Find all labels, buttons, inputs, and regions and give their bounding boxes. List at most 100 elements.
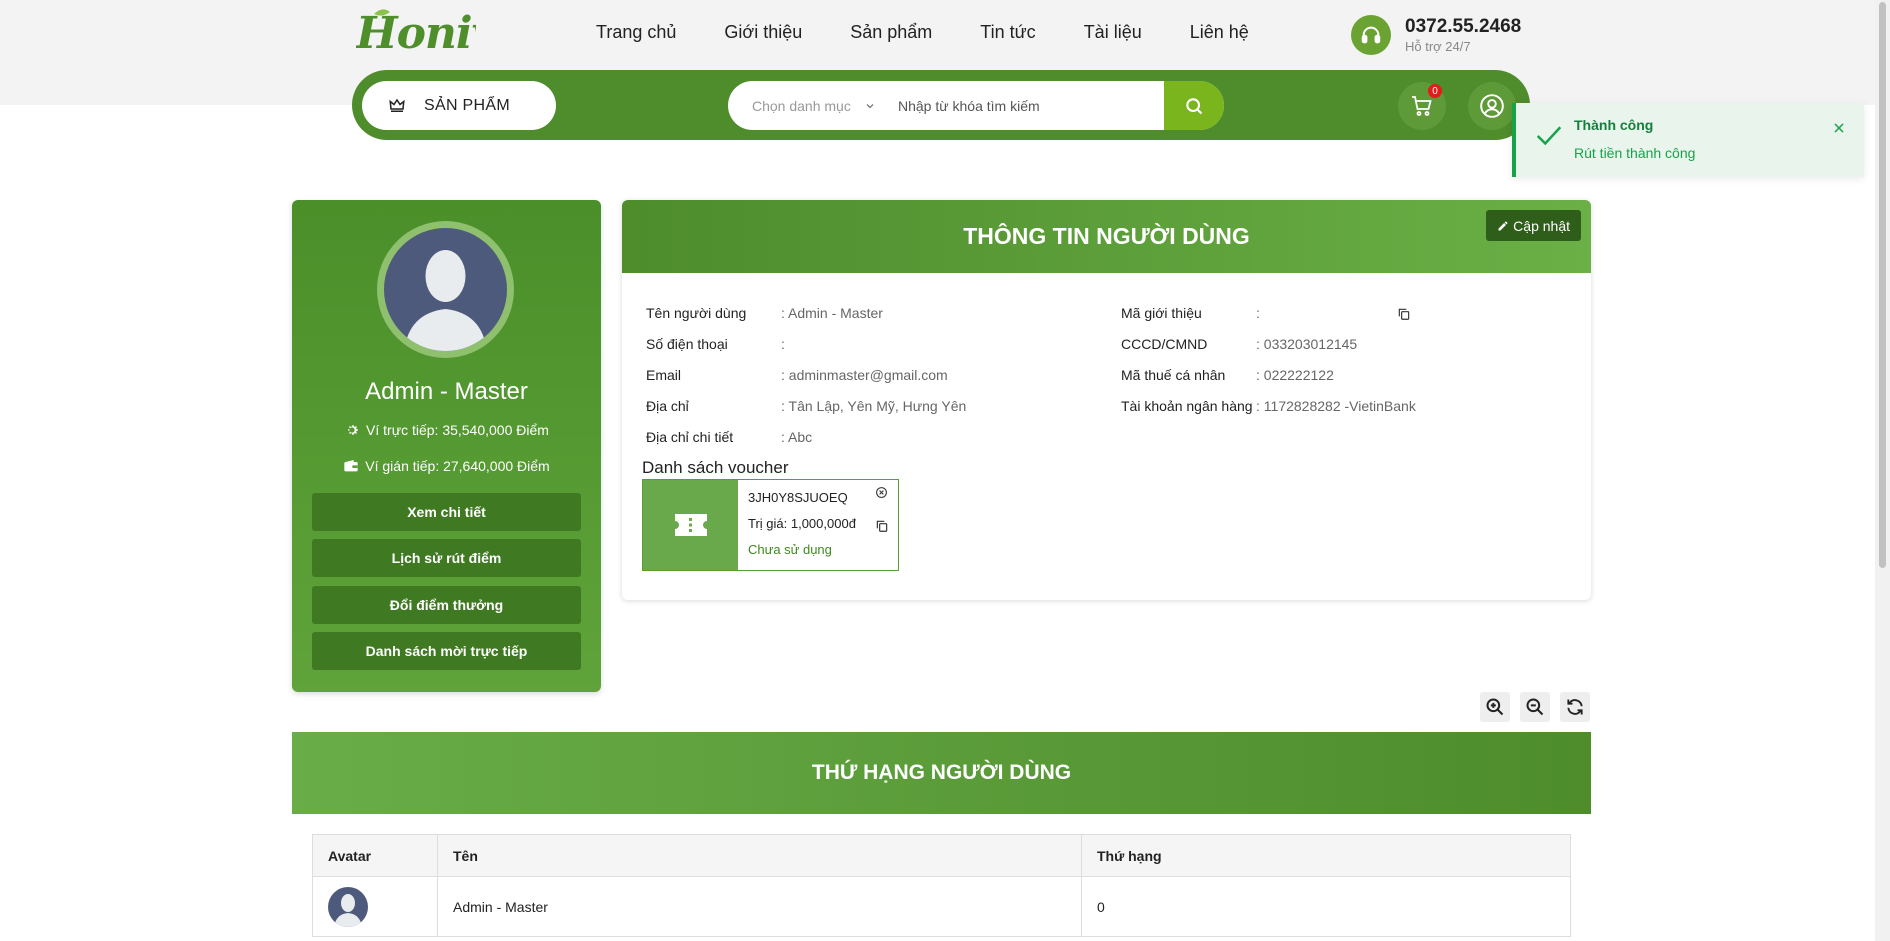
column-header[interactable]: Avatar xyxy=(312,834,438,877)
voucher-value: Trị giá: 1,000,000đ xyxy=(748,516,856,531)
direct-wallet-text: Ví trực tiếp: 35,540,000 Điểm xyxy=(366,422,549,438)
remove-voucher-icon[interactable] xyxy=(875,486,888,499)
ranking-title: THỨ HẠNG NGƯỜI DÙNG xyxy=(811,761,1072,784)
info-value: : xyxy=(781,336,785,352)
nav-about[interactable]: Giới thiệu xyxy=(724,22,802,43)
withdraw-history-button[interactable]: Lịch sử rút điểm xyxy=(312,539,581,577)
user-silhouette-icon xyxy=(334,893,362,927)
chevron-down-icon xyxy=(866,103,874,108)
view-detail-button[interactable]: Xem chi tiết xyxy=(312,493,581,531)
search-bar: SẢN PHẨM Chọn danh mục 0 xyxy=(352,70,1530,140)
info-value: : 1172828282 -VietinBank xyxy=(1256,398,1416,414)
profile-card: Admin - Master Ví trực tiếp: 35,540,000 … xyxy=(292,200,601,692)
update-button[interactable]: Cập nhật xyxy=(1486,210,1581,241)
rank-cell: 0 xyxy=(1081,876,1571,937)
support-phone: 0372.55.2468 xyxy=(1405,16,1522,37)
scrollbar-thumb[interactable] xyxy=(1879,2,1886,568)
copy-voucher-icon[interactable] xyxy=(875,519,889,533)
close-icon[interactable] xyxy=(1832,121,1846,135)
account-button[interactable] xyxy=(1468,82,1516,130)
support-block[interactable]: 0372.55.2468 Hỗ trợ 24/7 xyxy=(1351,15,1521,55)
indirect-wallet: Ví gián tiếp: 27,640,000 Điểm xyxy=(292,458,601,474)
ranking-header: THỨ HẠNG NGƯỜI DÙNG xyxy=(292,732,1591,814)
products-menu-label: SẢN PHẨM xyxy=(424,96,510,114)
refresh-button[interactable] xyxy=(1560,692,1590,722)
info-label: Email xyxy=(646,367,682,383)
table-row[interactable]: Admin - Master 0 xyxy=(312,876,1571,937)
ranking-table: Avatar Tên Thứ hạng Admin - Master 0 xyxy=(312,834,1571,937)
column-header[interactable]: Tên xyxy=(437,834,1082,877)
cart-button[interactable]: 0 xyxy=(1398,82,1446,130)
info-label: Tài khoản ngân hàng xyxy=(1121,398,1253,414)
nav-products[interactable]: Sản phẩm xyxy=(850,22,932,43)
avatar-cell xyxy=(312,876,438,937)
name-cell: Admin - Master xyxy=(437,876,1082,937)
direct-invite-list-button[interactable]: Danh sách mời trực tiếp xyxy=(312,632,581,670)
nav-news[interactable]: Tin tức xyxy=(980,22,1035,43)
indirect-wallet-text: Ví gián tiếp: 27,640,000 Điểm xyxy=(365,458,550,474)
gear-icon xyxy=(348,425,359,435)
toast-message: Rút tiền thành công xyxy=(1574,145,1696,161)
search-box: Chọn danh mục xyxy=(728,81,1224,130)
headset-icon xyxy=(1351,15,1391,55)
info-value: : Admin - Master xyxy=(781,305,883,321)
info-label: Mã giới thiệu xyxy=(1121,305,1202,321)
crown-icon xyxy=(389,98,405,112)
category-select[interactable]: Chọn danh mục xyxy=(728,98,888,114)
user-info-card: THÔNG TIN NGƯỜI DÙNG Cập nhật Tên người … xyxy=(622,200,1591,600)
info-value: : adminmaster@gmail.com xyxy=(781,367,948,383)
ticket-icon xyxy=(643,480,738,570)
user-info-header: THÔNG TIN NGƯỜI DÙNG xyxy=(622,200,1591,273)
zoom-in-icon xyxy=(1486,698,1504,716)
cart-count-badge: 0 xyxy=(1428,84,1442,98)
page-scrollbar[interactable] xyxy=(1875,0,1890,941)
products-menu-button[interactable]: SẢN PHẨM xyxy=(362,81,556,130)
info-value: : xyxy=(1256,305,1260,321)
redeem-points-button[interactable]: Đổi điểm thưởng xyxy=(312,586,581,624)
user-circle-icon xyxy=(1480,94,1504,118)
zoom-out-button[interactable] xyxy=(1520,692,1550,722)
refresh-icon xyxy=(1567,699,1583,715)
info-label: Tên người dùng xyxy=(646,305,747,321)
copy-icon[interactable] xyxy=(1397,307,1411,321)
user-silhouette-icon xyxy=(404,250,487,351)
voucher-card: 3JH0Y8SJUOEQ Trị giá: 1,000,000đ Chưa sử… xyxy=(642,479,899,571)
profile-name: Admin - Master xyxy=(365,378,528,405)
cart-icon xyxy=(1412,96,1432,116)
voucher-list-title: Danh sách voucher xyxy=(642,458,789,477)
column-header[interactable]: Thứ hạng xyxy=(1081,834,1571,877)
info-label: CCCD/CMND xyxy=(1121,336,1208,352)
table-header-row: Avatar Tên Thứ hạng xyxy=(312,834,1571,877)
brand-logo[interactable]: Honivy xyxy=(354,8,526,69)
info-label: Mã thuế cá nhân xyxy=(1121,367,1226,383)
zoom-out-icon xyxy=(1526,698,1544,716)
svg-text:Honivy: Honivy xyxy=(356,8,476,58)
nav-contact[interactable]: Liên hệ xyxy=(1190,22,1249,43)
avatar xyxy=(377,221,514,358)
search-icon xyxy=(1186,97,1203,114)
success-toast: Thành công Rút tiền thành công xyxy=(1512,103,1864,177)
user-info-title: THÔNG TIN NGƯỜI DÙNG xyxy=(963,223,1250,249)
voucher-status: Chưa sử dụng xyxy=(748,542,832,557)
check-icon xyxy=(1536,126,1562,146)
info-value: : 022222122 xyxy=(1256,367,1334,383)
nav-home[interactable]: Trang chủ xyxy=(596,22,676,43)
search-input[interactable] xyxy=(898,97,1168,114)
nav-documents[interactable]: Tài liệu xyxy=(1084,22,1142,43)
info-value: : Abc xyxy=(781,429,813,445)
main-nav: Trang chủ Giới thiệu Sản phẩm Tin tức Tà… xyxy=(596,22,1297,43)
wallet-icon xyxy=(344,460,358,472)
search-button[interactable] xyxy=(1164,81,1224,130)
info-value: : 033203012145 xyxy=(1256,336,1358,352)
pencil-icon xyxy=(1498,221,1508,230)
voucher-code: 3JH0Y8SJUOEQ xyxy=(748,490,848,505)
update-label: Cập nhật xyxy=(1513,217,1570,234)
honivy-logo: Honivy xyxy=(354,8,526,59)
category-placeholder: Chọn danh mục xyxy=(752,97,851,114)
zoom-in-button[interactable] xyxy=(1480,692,1510,722)
direct-wallet: Ví trực tiếp: 35,540,000 Điểm xyxy=(292,422,601,438)
support-note: Hỗ trợ 24/7 xyxy=(1405,39,1471,54)
avatar xyxy=(328,886,368,927)
info-label: Địa chỉ chi tiết xyxy=(646,429,734,445)
toast-title: Thành công xyxy=(1574,117,1654,133)
